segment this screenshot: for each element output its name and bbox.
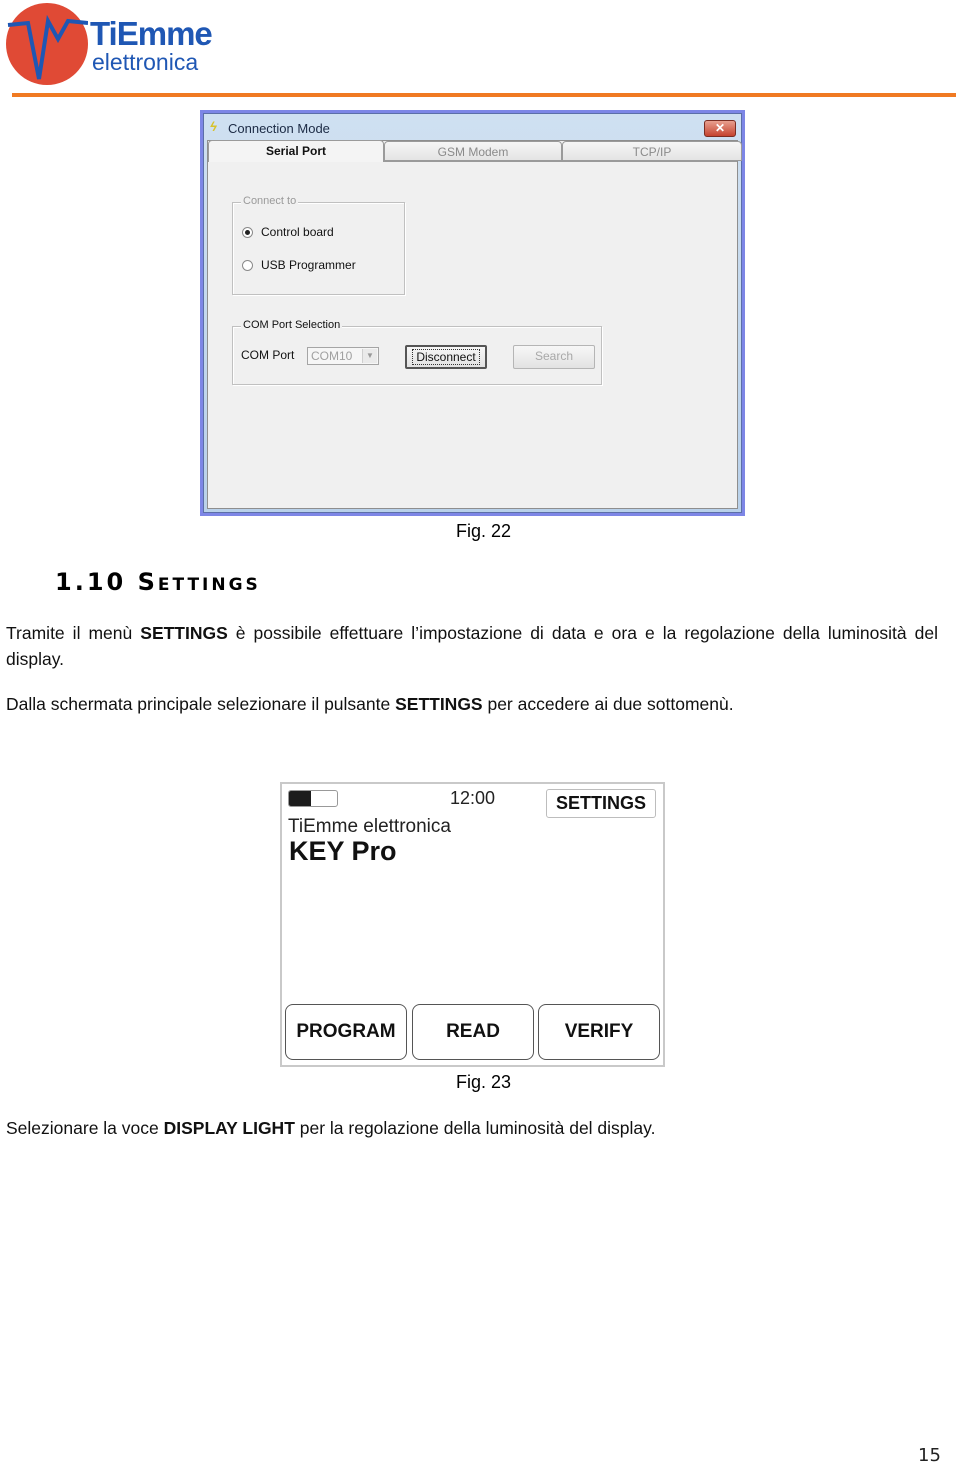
com-port-label: COM Port — [241, 348, 295, 362]
tab-divider — [383, 161, 737, 162]
verify-button[interactable]: VERIFY — [538, 1004, 660, 1060]
page-number: 15 — [918, 1445, 941, 1466]
battery-indicator — [288, 790, 338, 807]
logo-text-primary: TiEmme — [90, 15, 213, 52]
settings-button[interactable]: SETTINGS — [546, 789, 656, 818]
text: per la regolazione della luminosità del … — [294, 1118, 656, 1138]
connect-to-legend: Connect to — [241, 195, 299, 207]
paragraph-display-light: Selezionare la voce DISPLAY LIGHT per la… — [6, 1115, 655, 1141]
brand-name: TiEmme elettronica — [288, 816, 451, 837]
header-divider — [12, 93, 956, 97]
logo-wave-icon — [7, 14, 88, 80]
tab-gsm-modem[interactable]: GSM Modem — [384, 141, 562, 161]
text: Tramite il menù — [6, 623, 141, 643]
disconnect-button[interactable]: Disconnect — [405, 345, 487, 369]
connect-to-group: Connect to Control board USB Programmer — [232, 195, 405, 295]
close-button[interactable]: ✕ — [704, 120, 736, 137]
tab-tcp-ip[interactable]: TCP/IP — [562, 141, 742, 161]
window-title: Connection Mode — [228, 121, 330, 136]
emphasis-settings: SETTINGS — [395, 694, 483, 714]
text: Selezionare la voce — [6, 1118, 164, 1138]
read-button[interactable]: READ — [412, 1004, 534, 1060]
device-screen: 12:00 SETTINGS TiEmme elettronica KEY Pr… — [280, 782, 665, 1067]
logo-text-secondary: elettronica — [92, 49, 199, 75]
product-name: KEY Pro — [289, 836, 397, 866]
radio-label: Control board — [261, 225, 334, 239]
search-label: Search — [534, 349, 574, 363]
emphasis-display-light: DISPLAY LIGHT — [163, 1118, 295, 1138]
close-icon: ✕ — [714, 121, 726, 135]
chevron-down-icon[interactable]: ▼ — [362, 349, 377, 363]
lightning-icon: ϟ — [210, 119, 217, 134]
disconnect-label: Disconnect — [412, 349, 480, 365]
tab-serial-port[interactable]: Serial Port — [208, 140, 384, 162]
com-port-selection-group: COM Port Selection COM Port COM10 ▼ Disc… — [232, 319, 602, 385]
window-client-area: Serial Port GSM Modem TCP/IP Connect to … — [207, 140, 742, 509]
search-button[interactable]: Search — [513, 345, 595, 369]
paragraph-instructions: Dalla schermata principale selezionare i… — [6, 691, 734, 717]
logo-emblem — [6, 3, 88, 85]
radio-checked-icon[interactable] — [242, 226, 253, 238]
battery-level-fill — [289, 791, 311, 806]
emphasis-settings: SETTINGS — [140, 623, 228, 643]
com-port-value: COM10 — [311, 349, 353, 363]
figure-23-caption: Fig. 23 — [456, 1072, 512, 1092]
paragraph-intro: Tramite il menù SETTINGS è possibile eff… — [6, 620, 938, 672]
section-heading: 1.10 Settings — [55, 568, 261, 596]
radio-control-board[interactable]: Control board — [242, 225, 334, 239]
com-port-dropdown[interactable]: COM10 ▼ — [307, 347, 379, 365]
connection-mode-window: ϟ Connection Mode ✕ Serial Port GSM Mode… — [200, 110, 745, 516]
program-button[interactable]: PROGRAM — [285, 1004, 407, 1060]
clock-display: 12:00 — [450, 788, 496, 808]
window-titlebar[interactable]: ϟ Connection Mode ✕ — [204, 114, 741, 140]
com-port-selection-legend: COM Port Selection — [241, 319, 343, 331]
radio-usb-programmer[interactable]: USB Programmer — [242, 258, 356, 272]
text: Dalla schermata principale selezionare i… — [6, 694, 396, 714]
text: per accedere ai due sottomenù. — [482, 694, 734, 714]
radio-label: USB Programmer — [261, 258, 356, 272]
radio-unchecked-icon[interactable] — [242, 259, 253, 271]
figure-22-caption: Fig. 22 — [456, 521, 512, 541]
